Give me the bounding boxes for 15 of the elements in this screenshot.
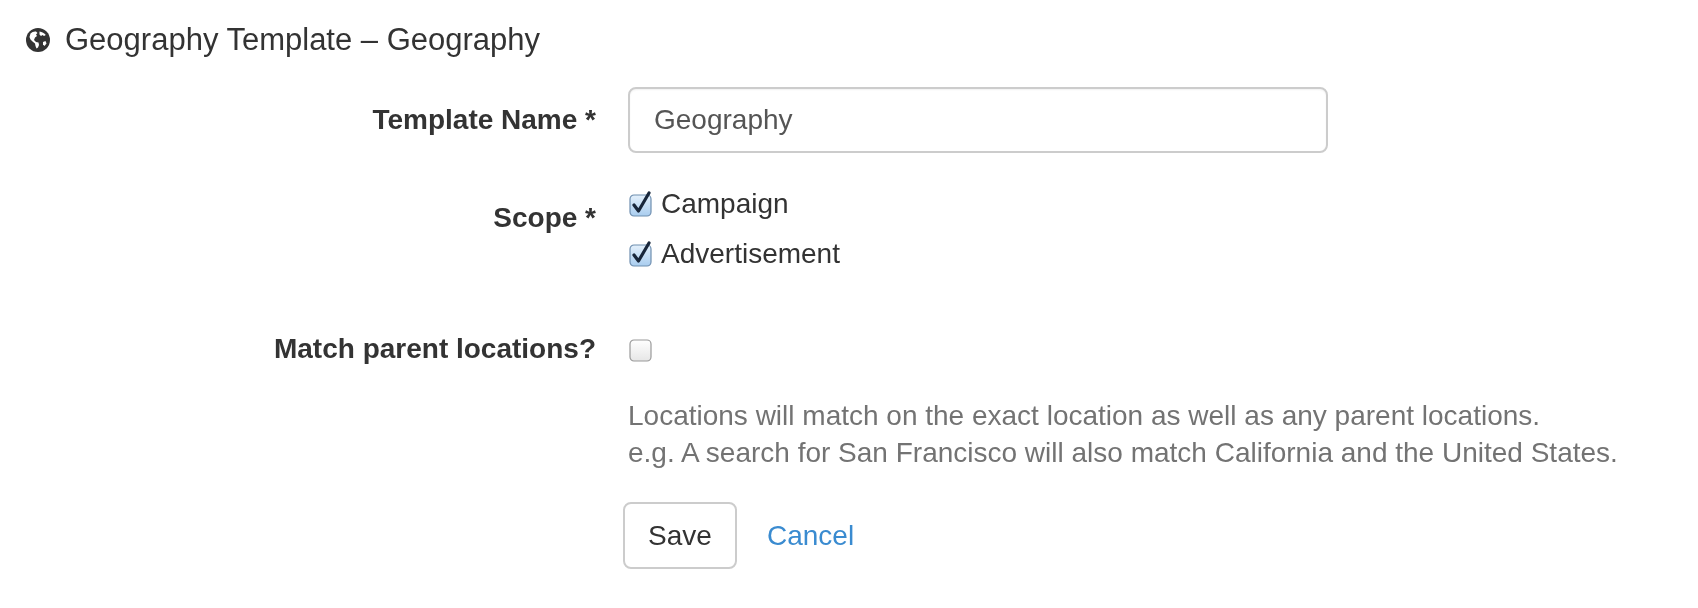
save-button[interactable]: Save (623, 502, 737, 569)
help-text: e.g. A search for San Francisco will also match California and the United States. (628, 436, 1619, 470)
field-label: Match parent locations? (273, 332, 596, 366)
text-input[interactable]: Geography (628, 87, 1328, 153)
field-label: Template Name * (372, 103, 596, 137)
field-label: Scope * (493, 201, 596, 235)
cancel-link[interactable]: Cancel (767, 517, 855, 554)
globe-icon (26, 28, 50, 52)
page-title: Geography Template – Geography (65, 22, 541, 58)
checkbox[interactable] (629, 241, 653, 267)
checkbox[interactable] (629, 336, 653, 362)
checkbox-label[interactable]: Advertisement (661, 236, 840, 272)
help-text: Locations will match on the exact location as well as any parent locations. (628, 399, 1542, 433)
checkbox[interactable] (629, 191, 653, 217)
checkbox-label[interactable]: Campaign (661, 186, 789, 222)
